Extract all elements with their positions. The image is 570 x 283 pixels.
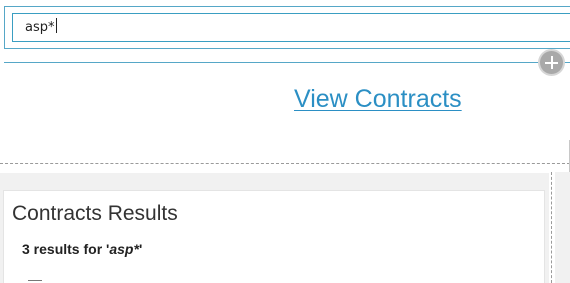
side-zone [555,172,570,283]
dashed-divider [0,163,570,164]
page: asp* View Contracts Contracts Results 3 … [0,0,570,283]
results-query: asp* [109,241,139,257]
results-count-prefix: 3 results for ' [22,241,110,257]
row-checkbox[interactable] [28,280,42,281]
results-title: Contracts Results [12,202,178,225]
text-caret [55,18,57,33]
search-input-value: asp* [25,20,55,35]
view-contracts-link[interactable]: View Contracts [294,85,462,114]
add-button[interactable] [540,51,563,74]
results-count: 3 results for 'asp*' [22,241,142,257]
plus-icon-vertical [550,56,553,69]
results-count-suffix: ' [138,241,143,257]
search-input[interactable]: asp* [12,13,570,42]
divider-line [4,62,570,63]
zone-divider [551,172,552,283]
